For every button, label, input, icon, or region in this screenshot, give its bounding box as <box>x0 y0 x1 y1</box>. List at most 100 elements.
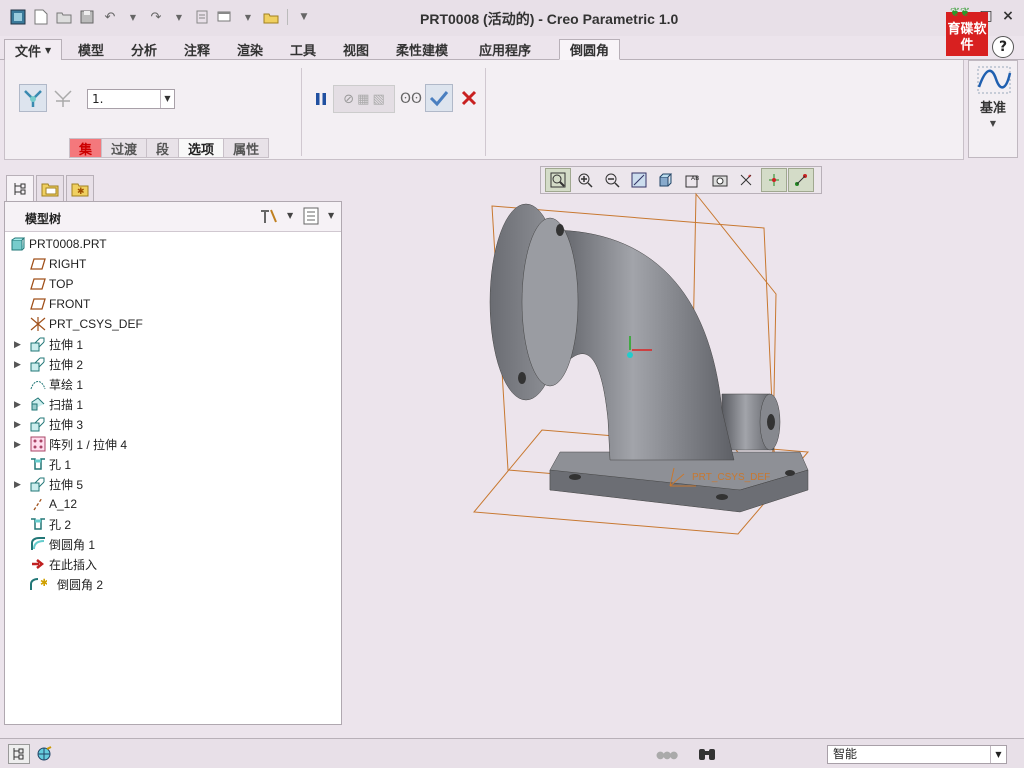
tree-item[interactable]: A_12 <box>5 494 341 514</box>
datum-button[interactable]: 基准 ▼ <box>968 60 1018 158</box>
shaded-cube-icon <box>659 173 673 187</box>
tab-view[interactable]: 视图 <box>333 39 379 60</box>
detached-preview-icon[interactable]: ▧ <box>372 92 384 107</box>
tab-render[interactable]: 渲染 <box>227 39 273 60</box>
tab-model[interactable]: 模型 <box>68 39 114 60</box>
tab-flexible-modeling[interactable]: 柔性建模 <box>386 39 458 60</box>
radius-input[interactable]: 1. ▼ <box>87 89 175 109</box>
subtab-options[interactable]: 选项 <box>179 138 225 158</box>
expand-arrow-icon[interactable]: ▶ <box>14 419 24 430</box>
logo-text: 育碟软件 <box>947 22 987 53</box>
navigator-toggle-icon[interactable] <box>8 744 30 764</box>
close-window-icon[interactable] <box>261 7 281 27</box>
zoom-out-button[interactable] <box>599 168 625 192</box>
favorites-tab[interactable]: ✱ <box>66 175 94 201</box>
tree-item[interactable]: 草绘 1 <box>5 374 341 394</box>
view-manager-button[interactable] <box>707 168 733 192</box>
tree-item[interactable]: ▶ 扫描 1 <box>5 394 341 414</box>
cancel-button[interactable] <box>455 84 483 112</box>
tree-item[interactable]: 倒圆角 1 <box>5 534 341 554</box>
csys-icon <box>29 316 47 332</box>
tab-annotate[interactable]: 注释 <box>174 39 220 60</box>
elbow-pipe[interactable] <box>549 229 735 461</box>
tree-item[interactable]: ▶ 拉伸 3 <box>5 414 341 434</box>
model-viewport[interactable]: PRT_CSYS_DEF <box>460 190 840 550</box>
tab-tools[interactable]: 工具 <box>280 39 326 60</box>
tree-item[interactable]: TOP <box>5 274 341 294</box>
constant-round-button[interactable] <box>19 84 47 112</box>
refit-button[interactable] <box>545 168 571 192</box>
settings-tools-icon[interactable] <box>259 207 279 228</box>
new-file-icon[interactable] <box>31 7 51 27</box>
windows-dropdown-icon[interactable]: ▼ <box>238 7 258 27</box>
subtab-sets[interactable]: 集 <box>69 138 103 158</box>
tree-root[interactable]: PRT0008.PRT <box>5 234 341 254</box>
expand-arrow-icon[interactable]: ▶ <box>14 359 24 370</box>
tree-item[interactable]: 在此插入 <box>5 554 341 574</box>
undo-dropdown-icon[interactable]: ▼ <box>123 7 143 27</box>
pause-button[interactable] <box>307 85 335 113</box>
save-icon[interactable] <box>77 7 97 27</box>
subtab-transitions[interactable]: 过渡 <box>102 138 148 158</box>
folder-icon <box>41 183 59 196</box>
open-file-icon[interactable] <box>54 7 74 27</box>
zoom-in-button[interactable] <box>572 168 598 192</box>
sweep-icon <box>29 396 47 412</box>
side-boss[interactable] <box>721 393 781 451</box>
tree-item[interactable]: ▶ 拉伸 5 <box>5 474 341 494</box>
subtab-properties[interactable]: 属性 <box>224 138 270 158</box>
verify-mode-button[interactable]: ʘʘ <box>397 85 425 113</box>
expand-arrow-icon[interactable]: ▶ <box>14 439 24 450</box>
find-icon[interactable] <box>698 746 716 762</box>
model-tree-tab[interactable] <box>6 175 34 201</box>
expand-arrow-icon[interactable]: ▶ <box>14 399 24 410</box>
datum-display-button[interactable]: * <box>734 168 760 192</box>
file-menu[interactable]: 文件 ▼ <box>4 39 63 60</box>
tree-item[interactable]: 孔 1 <box>5 454 341 474</box>
undo-icon[interactable]: ↶ <box>100 7 120 27</box>
expand-arrow-icon[interactable]: ▶ <box>14 339 24 350</box>
tree-item[interactable]: ▶ 阵列 1 / 拉伸 4 <box>5 434 341 454</box>
tree-item[interactable]: 孔 2 <box>5 514 341 534</box>
selection-filter[interactable]: 智能 ▼ <box>827 745 1007 764</box>
no-preview-icon[interactable]: ⊘ <box>343 92 354 107</box>
display-style-button[interactable] <box>653 168 679 192</box>
pipe-flange[interactable] <box>489 203 579 401</box>
saved-orientations-button[interactable]: AB <box>680 168 706 192</box>
annotation-display-button[interactable] <box>788 168 814 192</box>
tree-item[interactable]: ▶ 拉伸 1 <box>5 334 341 354</box>
show-dropdown-icon[interactable]: ▼ <box>328 211 334 220</box>
radius-dropdown-icon[interactable]: ▼ <box>160 90 174 108</box>
tree-item[interactable]: PRT_CSYS_DEF <box>5 314 341 334</box>
windows-icon[interactable] <box>215 7 235 27</box>
settings-dropdown-icon[interactable]: ▼ <box>287 211 293 220</box>
regenerate-icon[interactable] <box>192 7 212 27</box>
datum-display-icon: * <box>740 174 752 186</box>
camera-icon <box>712 175 728 187</box>
tree-item[interactable]: ▶ 拉伸 2 <box>5 354 341 374</box>
spin-center-button[interactable] <box>761 168 787 192</box>
tree-item[interactable]: FRONT <box>5 294 341 314</box>
app-icon[interactable] <box>8 7 28 27</box>
customize-toolbar-icon[interactable]: ▼ <box>294 7 314 27</box>
round-ribbon: 1. ▼ ⊘ ▦ ▧ ʘʘ 集 过渡 段 选项 属性 <box>4 60 964 160</box>
tree-item[interactable]: RIGHT <box>5 254 341 274</box>
attached-preview-icon[interactable]: ▦ <box>357 92 369 107</box>
repaint-button[interactable] <box>626 168 652 192</box>
accept-button[interactable] <box>425 84 453 112</box>
browser-toggle-icon[interactable] <box>34 744 54 764</box>
show-options-icon[interactable] <box>303 207 319 228</box>
redo-dropdown-icon[interactable]: ▼ <box>169 7 189 27</box>
tab-round[interactable]: 倒圆角 <box>559 39 621 60</box>
redo-icon[interactable]: ↷ <box>146 7 166 27</box>
tab-analysis[interactable]: 分析 <box>121 39 167 60</box>
close-icon[interactable]: × <box>998 6 1018 26</box>
tree-item[interactable]: ✱ 倒圆角 2 <box>5 574 341 594</box>
chevron-down-icon[interactable]: ▼ <box>990 746 1006 763</box>
chevron-down-icon: ▼ <box>45 45 52 55</box>
subtab-pieces[interactable]: 段 <box>147 138 180 158</box>
expand-arrow-icon[interactable]: ▶ <box>14 479 24 490</box>
folder-browser-tab[interactable] <box>36 175 64 201</box>
tab-applications[interactable]: 应用程序 <box>469 39 541 60</box>
full-round-button[interactable] <box>49 84 77 112</box>
